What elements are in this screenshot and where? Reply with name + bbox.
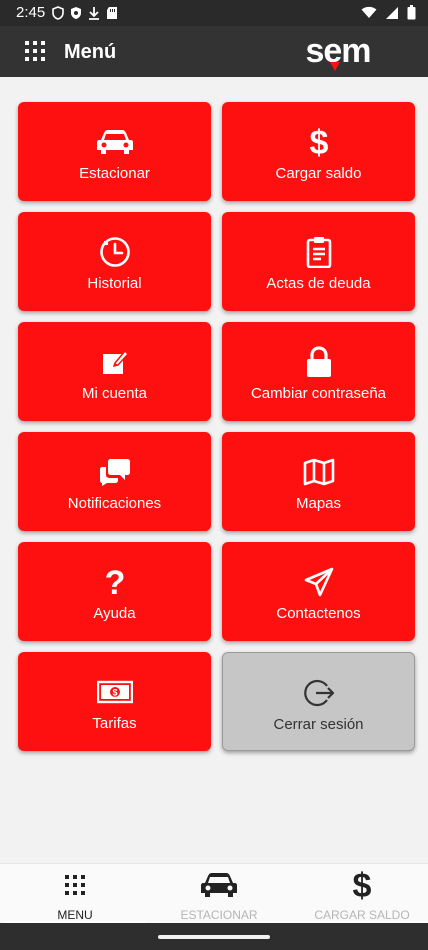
tile-actas-de-deuda[interactable]: Actas de deuda <box>222 212 415 311</box>
tile-label: Ayuda <box>93 605 136 622</box>
nav-cargar-saldo[interactable]: $ CARGAR SALDO <box>291 864 428 924</box>
nav-estacionar[interactable]: ESTACIONAR <box>148 864 290 924</box>
page-title: Menú <box>64 41 117 63</box>
tile-cargar-saldo[interactable]: $ Cargar saldo <box>222 102 415 201</box>
home-gesture-handle[interactable] <box>158 935 270 939</box>
svg-text:?: ? <box>104 566 125 598</box>
sem-logo: sem <box>305 34 372 71</box>
car-icon <box>201 873 237 897</box>
signal-icon <box>386 6 398 19</box>
tile-label: Tarifas <box>92 715 137 732</box>
svg-text:$: $ <box>353 868 372 902</box>
download-icon <box>89 7 99 20</box>
wifi-icon <box>361 6 377 18</box>
svg-text:$: $ <box>112 688 117 698</box>
tile-tarifas[interactable]: $ Tarifas <box>18 652 211 751</box>
tile-mapas[interactable]: Mapas <box>222 432 415 531</box>
system-navigation-bar <box>0 923 428 950</box>
battery-icon <box>407 5 416 20</box>
tile-cambiar-contrasena[interactable]: Cambiar contraseña <box>222 322 415 421</box>
menu-grid: Estacionar $ Cargar saldo Historial Acta… <box>18 102 415 751</box>
question-icon: ? <box>104 566 125 598</box>
tile-historial[interactable]: Historial <box>18 212 211 311</box>
tile-notificaciones[interactable]: Notificaciones <box>18 432 211 531</box>
chat-bubbles-icon <box>99 459 130 486</box>
shield-icon <box>52 6 64 20</box>
tile-label: Mapas <box>295 495 342 512</box>
bottom-navigation: MENU ESTACIONAR $ CARGAR SALDO <box>0 863 428 924</box>
tile-label: Contactenos <box>276 605 361 622</box>
send-icon <box>304 567 333 597</box>
tile-cerrar-sesion[interactable]: Cerrar sesión <box>222 652 415 751</box>
tile-label: Notificaciones <box>67 495 162 512</box>
grid-menu-icon[interactable] <box>24 40 46 62</box>
nav-label: ESTACIONAR <box>180 908 258 922</box>
svg-text:$: $ <box>309 125 328 159</box>
tile-mi-cuenta[interactable]: Mi cuenta <box>18 322 211 421</box>
logout-icon <box>303 679 334 707</box>
grid-icon <box>65 875 85 895</box>
nav-label: CARGAR SALDO <box>314 908 410 922</box>
app-bar: Menú sem <box>0 26 428 77</box>
lock-icon <box>306 346 331 377</box>
sd-card-icon <box>107 7 117 19</box>
status-time: 2:45 <box>16 4 46 21</box>
nav-menu[interactable]: MENU <box>4 864 146 924</box>
tile-contactenos[interactable]: Contactenos <box>222 542 415 641</box>
edit-icon <box>102 349 129 374</box>
tile-estacionar[interactable]: Estacionar <box>18 102 211 201</box>
tile-label: Cargar saldo <box>275 165 362 182</box>
clock-icon <box>99 237 130 267</box>
nav-label: MENU <box>57 908 93 922</box>
money-bill-icon: $ <box>96 680 133 704</box>
dollar-icon: $ <box>309 125 328 159</box>
tile-label: Mi cuenta <box>81 385 148 402</box>
tile-label: Actas de deuda <box>266 275 371 292</box>
map-icon <box>303 458 334 486</box>
tile-ayuda[interactable]: ? Ayuda <box>18 542 211 641</box>
car-icon <box>96 130 133 154</box>
tile-label: Historial <box>87 275 142 292</box>
status-bar: 2:45 <box>0 0 428 26</box>
clipboard-icon <box>306 237 331 268</box>
dollar-icon: $ <box>353 868 372 902</box>
shield-play-icon <box>71 7 81 19</box>
tile-label: Estacionar <box>79 165 150 182</box>
tile-label: Cambiar contraseña <box>250 385 387 402</box>
tile-label: Cerrar sesión <box>273 716 364 733</box>
